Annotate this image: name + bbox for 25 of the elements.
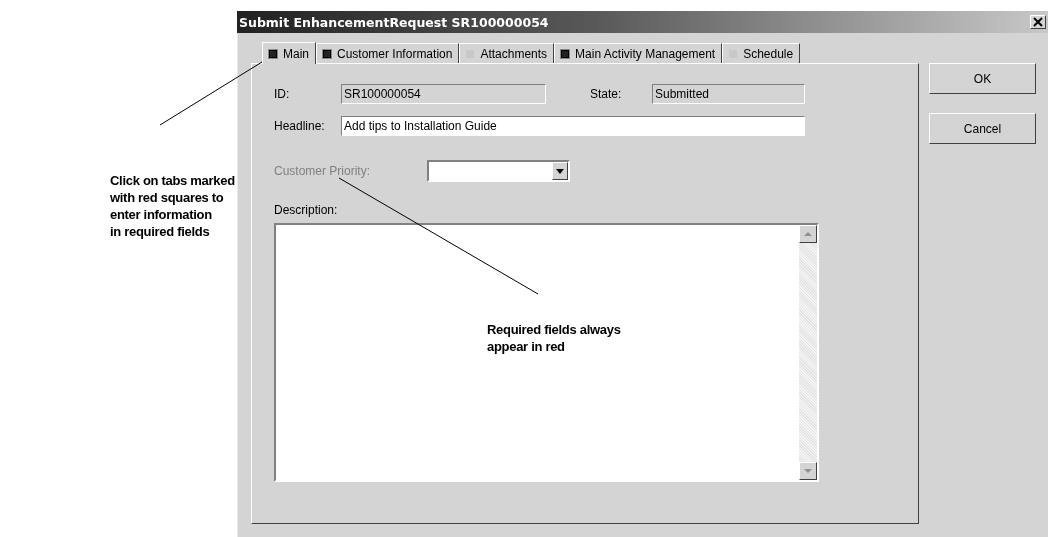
close-icon [1033, 17, 1043, 27]
tab[interactable]: Schedule [722, 43, 801, 63]
field-label: Description: [274, 203, 339, 217]
close-button[interactable] [1030, 15, 1046, 29]
scrollbar[interactable] [799, 225, 817, 480]
field-label: Customer Priority: [274, 164, 372, 178]
field-label: State: [590, 87, 623, 101]
tab[interactable]: Main Activity Management [554, 43, 723, 63]
dialog-button[interactable]: Cancel [929, 113, 1036, 144]
tab[interactable]: Main [262, 42, 316, 64]
headline-field[interactable]: Add tips to Installation Guide [341, 116, 805, 136]
scroll-up-icon [799, 225, 817, 243]
description-field[interactable] [274, 223, 819, 482]
priority-dropdown[interactable] [427, 160, 570, 182]
field-label: ID: [274, 87, 291, 101]
callout-text: Click on tabs marked with red squares to enter information in required fields [110, 172, 235, 240]
id-field: SR100000054 [341, 84, 546, 104]
window-title: Submit EnhancementRequest SR100000054 [239, 14, 550, 30]
dialog-button[interactable]: OK [929, 63, 1036, 94]
tab[interactable]: Customer Information [316, 43, 460, 63]
field-label: Headline: [274, 119, 326, 133]
callout-text: Required fields always appear in red [487, 321, 621, 355]
state-field: Submitted [652, 84, 805, 104]
scroll-down-icon [799, 462, 817, 480]
tab[interactable]: Attachments [459, 43, 555, 63]
